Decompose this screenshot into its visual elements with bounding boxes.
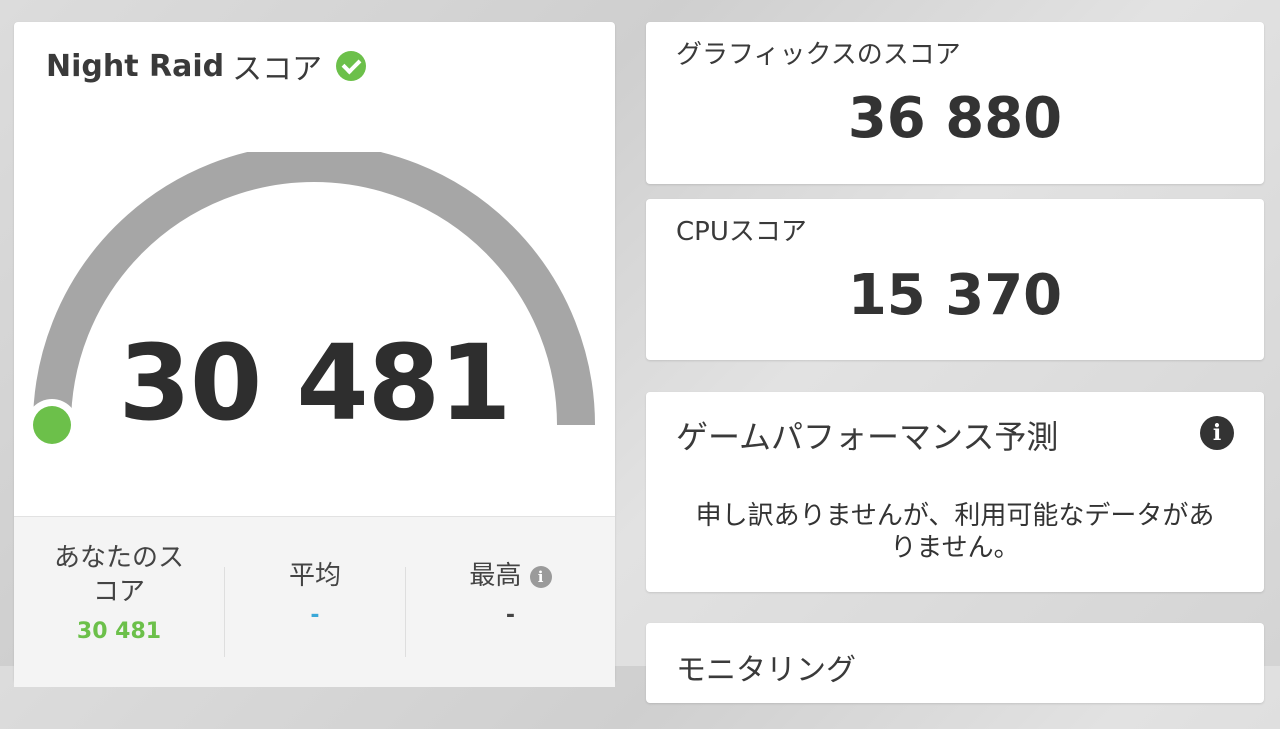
score-card-title: Night Raid スコア xyxy=(46,44,367,88)
no-data-message: 申し訳ありませんが、利用可能なデータがありません。 xyxy=(695,501,1215,563)
best-value: - xyxy=(505,603,516,628)
average-value: - xyxy=(310,603,320,628)
night-raid-score-card: Night Raid スコア 30 481 あなたのスコア 30 481 平均 … xyxy=(14,22,615,687)
info-icon[interactable]: i xyxy=(1200,416,1234,450)
your-score-value: 30 481 xyxy=(76,619,162,644)
monitoring-card[interactable]: モニタリング xyxy=(646,623,1264,703)
monitoring-title: モニタリング xyxy=(676,653,856,688)
best-label-row: 最高 i xyxy=(406,559,615,593)
graphics-score-card: グラフィックスのスコア 36 880 xyxy=(646,22,1264,184)
average-label: 平均 xyxy=(288,561,341,591)
benchmark-name: Night Raid xyxy=(46,48,225,84)
graphics-score-label: グラフィックスのスコア xyxy=(676,40,961,70)
overall-score: 30 481 xyxy=(118,322,511,444)
game-performance-title: ゲームパフォーマンス予測 xyxy=(676,418,1059,456)
best-stat: 最高 i - xyxy=(406,517,615,729)
cpu-score-label: CPUスコア xyxy=(676,217,807,247)
best-label: 最高 xyxy=(469,561,522,591)
info-icon[interactable]: i xyxy=(529,565,552,588)
average-stat: 平均 - xyxy=(225,517,405,729)
cpu-score-value: 15 370 xyxy=(847,263,1063,328)
your-score-label: あなたのスコア xyxy=(53,543,184,607)
game-performance-card: ゲームパフォーマンス予測 i 申し訳ありませんが、利用可能なデータがありません。 xyxy=(646,392,1264,592)
cpu-score-card: CPUスコア 15 370 xyxy=(646,199,1264,360)
score-label: スコア xyxy=(232,52,323,87)
your-score-stat: あなたのスコア 30 481 xyxy=(14,517,224,711)
check-circle-icon xyxy=(336,51,367,81)
graphics-score-value: 36 880 xyxy=(847,86,1063,151)
score-comparison: あなたのスコア 30 481 平均 - 最高 i - xyxy=(14,516,615,687)
